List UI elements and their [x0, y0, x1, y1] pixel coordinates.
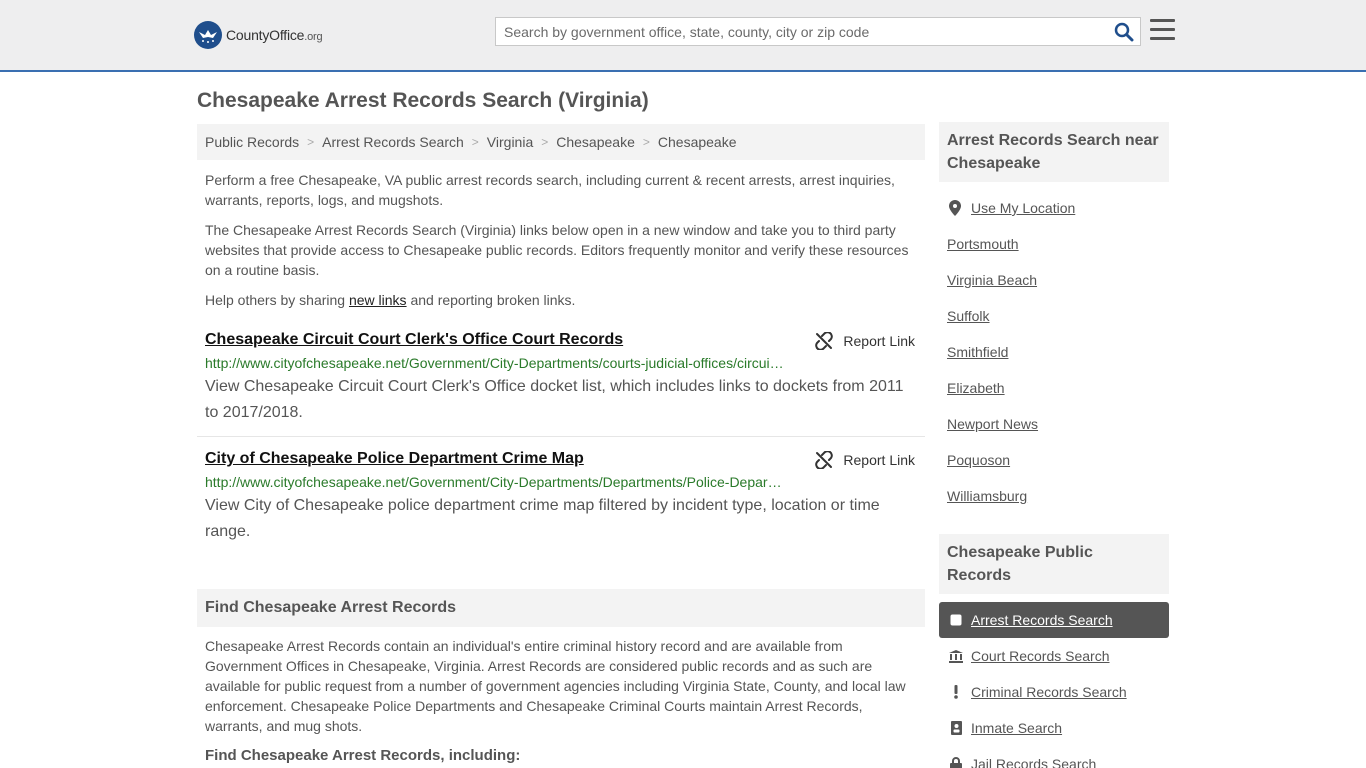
inmate-search-link[interactable]: Inmate Search [971, 720, 1062, 736]
report-link-label: Report Link [843, 333, 915, 349]
sidebar: Arrest Records Search near Chesapeake Us… [939, 122, 1169, 768]
result-item: City of Chesapeake Police Department Cri… [197, 437, 925, 545]
nearby-link-williamsburg[interactable]: Williamsburg [947, 488, 1027, 504]
result-url: http://www.cityofchesapeake.net/Governme… [205, 474, 785, 490]
breadcrumb-county[interactable]: Chesapeake [556, 134, 635, 150]
intro-text: Perform a free Chesapeake, VA public arr… [197, 170, 925, 310]
result-title-link[interactable]: City of Chesapeake Police Department Cri… [205, 447, 584, 471]
result-item: Chesapeake Circuit Court Clerk's Office … [197, 328, 925, 437]
chevron-right-icon: > [471, 135, 479, 149]
result-url: http://www.cityofchesapeake.net/Governme… [205, 355, 785, 371]
nearby-list: Use My Location Portsmouth Virginia Beac… [939, 190, 1169, 514]
nearby-link-portsmouth[interactable]: Portsmouth [947, 236, 1019, 252]
square-icon [949, 614, 963, 626]
breadcrumb-public-records[interactable]: Public Records [205, 134, 299, 150]
result-description: View Chesapeake Circuit Court Clerk's Of… [205, 378, 904, 421]
nearby-item: Newport News [939, 406, 1169, 442]
lock-icon [949, 757, 963, 768]
report-link-button[interactable]: Report Link [815, 332, 915, 350]
nearby-item: Portsmouth [939, 226, 1169, 262]
nearby-item: Poquoson [939, 442, 1169, 478]
court-records-search-link[interactable]: Court Records Search [971, 648, 1110, 664]
breadcrumb-city[interactable]: Chesapeake [658, 134, 737, 150]
nearby-link-suffolk[interactable]: Suffolk [947, 308, 990, 324]
nearby-item: Smithfield [939, 334, 1169, 370]
site-logo[interactable]: CountyOffice.org [194, 20, 323, 50]
logo-main: CountyOffice [226, 27, 305, 43]
share-links-text: Help others by sharing new links and rep… [205, 292, 576, 308]
nearby-link-elizabeth[interactable]: Elizabeth [947, 380, 1005, 396]
breadcrumb-state[interactable]: Virginia [487, 134, 533, 150]
criminal-records-search-link[interactable]: Criminal Records Search [971, 684, 1127, 700]
public-records-list: Arrest Records Search Court Records Sear… [939, 602, 1169, 768]
new-links-link[interactable]: new links [349, 292, 407, 308]
hamburger-menu-icon[interactable] [1150, 19, 1175, 41]
public-records-item: Jail Records Search [939, 746, 1169, 768]
use-location-item: Use My Location [939, 190, 1169, 226]
result-description: View City of Chesapeake police departmen… [205, 497, 880, 540]
nearby-link-virginia-beach[interactable]: Virginia Beach [947, 272, 1037, 288]
nearby-item: Elizabeth [939, 370, 1169, 406]
intro-paragraph: The Chesapeake Arrest Records Search (Vi… [205, 222, 909, 278]
search-bar [495, 17, 1141, 46]
result-title-link[interactable]: Chesapeake Circuit Court Clerk's Office … [205, 328, 623, 352]
report-link-button[interactable]: Report Link [815, 451, 915, 469]
find-records-subheader: Find Chesapeake Arrest Records, includin… [205, 747, 521, 764]
nearby-link-poquoson[interactable]: Poquoson [947, 452, 1010, 468]
jail-records-search-link[interactable]: Jail Records Search [971, 756, 1096, 768]
nearby-link-newport-news[interactable]: Newport News [947, 416, 1038, 432]
public-records-item: Court Records Search [939, 638, 1169, 674]
report-link-label: Report Link [843, 452, 915, 468]
broken-link-icon [815, 332, 834, 350]
broken-link-icon [815, 451, 834, 469]
use-location-link[interactable]: Use My Location [971, 200, 1075, 216]
eagle-logo-icon [194, 21, 222, 49]
public-records-item: Inmate Search [939, 710, 1169, 746]
nearby-link-smithfield[interactable]: Smithfield [947, 344, 1008, 360]
find-records-body: Chesapeake Arrest Records contain an ind… [205, 638, 906, 734]
page-title: Chesapeake Arrest Records Search (Virgin… [197, 89, 649, 112]
public-records-item-active: Arrest Records Search [939, 602, 1169, 638]
exclamation-icon [949, 685, 963, 699]
breadcrumb-arrest-records[interactable]: Arrest Records Search [322, 134, 464, 150]
site-header: CountyOffice.org [0, 0, 1366, 72]
public-records-header: Chesapeake Public Records [939, 534, 1169, 594]
arrest-records-search-link[interactable]: Arrest Records Search [971, 612, 1113, 628]
map-pin-icon [947, 200, 963, 216]
main-content: Public Records > Arrest Records Search >… [197, 124, 925, 764]
nearby-item: Williamsburg [939, 478, 1169, 514]
search-input[interactable] [496, 18, 1096, 45]
chevron-right-icon: > [642, 135, 650, 149]
chevron-right-icon: > [541, 135, 549, 149]
nearby-item: Virginia Beach [939, 262, 1169, 298]
public-records-item: Criminal Records Search [939, 674, 1169, 710]
nearby-header: Arrest Records Search near Chesapeake [939, 122, 1169, 182]
courthouse-icon [949, 649, 963, 663]
logo-suffix: .org [304, 31, 323, 43]
nearby-item: Suffolk [939, 298, 1169, 334]
breadcrumb: Public Records > Arrest Records Search >… [197, 124, 925, 160]
find-records-header: Find Chesapeake Arrest Records [197, 589, 925, 627]
logo-text: CountyOffice.org [226, 27, 323, 43]
intro-paragraph: Perform a free Chesapeake, VA public arr… [205, 172, 895, 208]
search-icon[interactable] [1114, 22, 1134, 42]
id-badge-icon [949, 721, 963, 735]
chevron-right-icon: > [307, 135, 315, 149]
